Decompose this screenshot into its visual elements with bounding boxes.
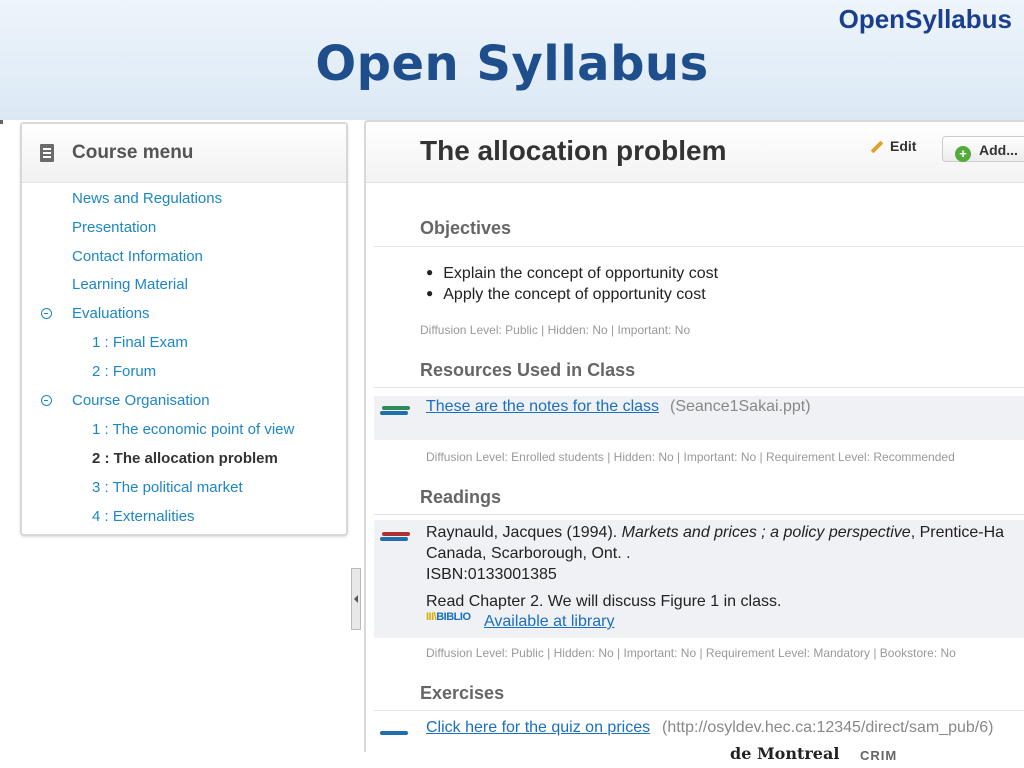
pencil-icon — [870, 140, 884, 154]
opensyllabus-logo: OpenSyllabus — [838, 4, 1012, 34]
objective-item: Apply the concept of opportunity cost — [426, 286, 705, 304]
content-panel: The allocation problem Edit + Add... Obje… — [364, 120, 1024, 752]
add-label: Add... — [979, 142, 1018, 158]
menu-item-final-exam[interactable]: 1 : Final Exam — [92, 334, 188, 351]
quiz-url: (http://osyldev.hec.ca:12345/direct/sam_… — [662, 719, 994, 736]
class-notes-link[interactable]: These are the notes for the class — [426, 398, 659, 416]
list-icon — [40, 144, 54, 162]
menu-item-allocation-problem[interactable]: 2 : The allocation problem — [92, 450, 278, 467]
book-icon — [380, 406, 410, 420]
section-divider — [374, 514, 1024, 515]
readings-heading: Readings — [420, 487, 502, 507]
course-menu-panel: Course menu News and Regulations Present… — [20, 122, 348, 536]
menu-item-contact-information[interactable]: Contact Information — [72, 248, 203, 265]
menu-item-political-market[interactable]: 3 : The political market — [92, 479, 243, 496]
exercises-heading: Exercises — [420, 683, 505, 703]
reading-citation-line2: Canada, Scarborough, Ont. . — [426, 545, 631, 562]
reading-citation: Raynauld, Jacques (1994). Markets and pr… — [426, 524, 1005, 541]
edge-mark — [0, 120, 3, 124]
footer-text: de Montreal — [730, 744, 840, 763]
panel-collapse-handle[interactable] — [351, 568, 361, 630]
objective-item: Explain the concept of opportunity cost — [426, 265, 718, 283]
resources-meta: Diffusion Level: Enrolled students | Hid… — [426, 450, 955, 464]
menu-item-presentation[interactable]: Presentation — [72, 219, 156, 236]
resources-heading: Resources Used in Class — [420, 360, 636, 380]
reading-note: Read Chapter 2. We will discuss Figure 1… — [426, 593, 782, 610]
available-at-library-link[interactable]: Available at library — [484, 613, 614, 631]
menu-item-news-and-regulations[interactable]: News and Regulations — [72, 190, 222, 207]
biblio-logo: III\BIBLIO — [426, 611, 471, 623]
class-notes-filename: (Seance1Sakai.ppt) — [670, 398, 811, 415]
edit-label: Edit — [890, 138, 917, 154]
menu-item-economic-point-of-view[interactable]: 1 : The economic point of view — [92, 421, 294, 438]
readings-meta: Diffusion Level: Public | Hidden: No | I… — [426, 646, 956, 660]
page-title: The allocation problem — [420, 135, 727, 166]
add-button[interactable]: + Add... — [942, 136, 1024, 162]
plus-icon: + — [955, 146, 971, 162]
slide-title: Open Syllabus — [315, 36, 709, 92]
course-menu-header: Course menu — [22, 124, 346, 183]
objectives-meta: Diffusion Level: Public | Hidden: No | I… — [420, 323, 691, 337]
menu-item-learning-material[interactable]: Learning Material — [72, 276, 188, 293]
crim-logo: CRIM — [860, 748, 898, 763]
objectives-heading: Objectives — [420, 218, 512, 238]
menu-item-evaluations[interactable]: Evaluations — [72, 305, 150, 322]
quiz-link[interactable]: Click here for the quiz on prices — [426, 719, 650, 737]
section-divider — [374, 710, 1024, 711]
menu-item-course-organisation[interactable]: Course Organisation — [72, 392, 210, 409]
collapse-course-organisation-icon[interactable] — [41, 395, 52, 406]
reading-isbn: ISBN:0133001385 — [426, 566, 557, 583]
collapse-evaluations-icon[interactable] — [41, 308, 52, 319]
book-icon — [380, 532, 410, 546]
edit-button[interactable]: Edit — [870, 138, 916, 154]
menu-item-externalities[interactable]: 4 : Externalities — [92, 508, 195, 525]
course-menu-title: Course menu — [72, 142, 194, 163]
menu-item-forum[interactable]: 2 : Forum — [92, 363, 156, 380]
book-icon — [380, 728, 410, 742]
section-divider — [374, 387, 1024, 388]
section-divider — [374, 246, 1024, 247]
content-header: The allocation problem Edit + Add... — [366, 122, 1024, 183]
